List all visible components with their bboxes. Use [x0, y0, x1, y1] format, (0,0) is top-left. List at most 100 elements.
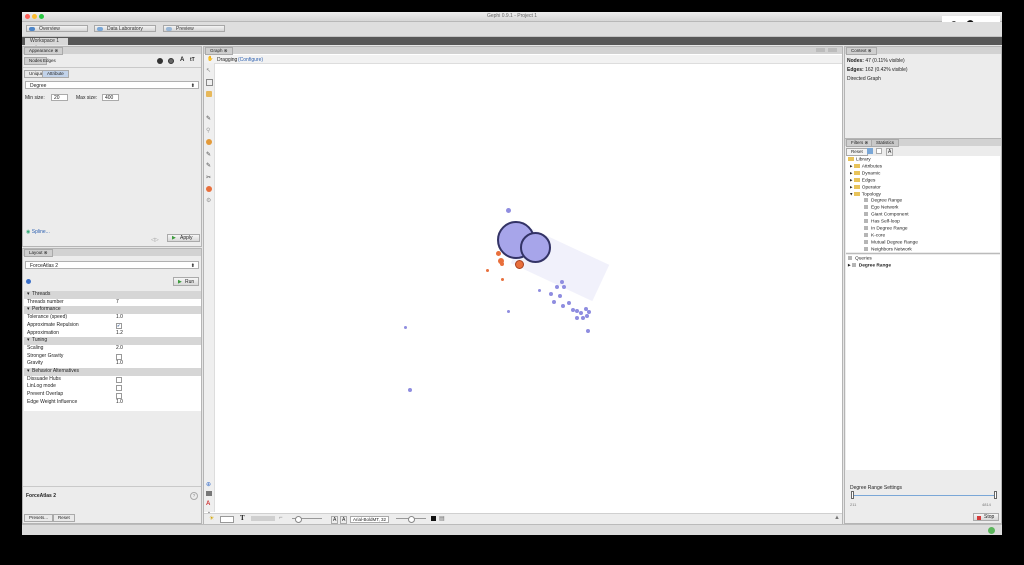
font-size-up-icon[interactable]: A	[340, 516, 348, 524]
graph-node[interactable]	[586, 329, 590, 333]
property-row[interactable]: Scaling 2.0	[24, 345, 201, 353]
graph-node[interactable]	[552, 300, 556, 304]
query-degree-range[interactable]: ▸ Degree Range	[848, 263, 891, 270]
maximize-panel-icon[interactable]	[828, 48, 837, 52]
property-row[interactable]: Gravity 1.0	[24, 360, 201, 368]
graph-node[interactable]	[558, 294, 562, 298]
property-checkbox[interactable]: ✔	[116, 323, 122, 330]
expand-icon[interactable]: ▾	[27, 306, 30, 314]
graph-node[interactable]	[579, 311, 583, 315]
overview-tab[interactable]: Overview	[26, 25, 88, 32]
info-icon[interactable]	[26, 279, 31, 284]
edges-tab[interactable]: Edges	[43, 58, 56, 63]
layout-tab[interactable]: Layout ⊗	[24, 249, 53, 257]
text-toggle-icon[interactable]: T	[240, 514, 245, 522]
filters-tab[interactable]: Filters ⊗	[846, 139, 874, 147]
property-value[interactable]: 1.2	[116, 330, 123, 338]
attribute-tab[interactable]: Attribute	[42, 70, 69, 78]
property-row[interactable]: Dissuade Hubs	[24, 376, 201, 384]
spline-link[interactable]: ◉ Spline...	[26, 229, 50, 235]
property-value[interactable]: 7	[116, 299, 119, 307]
size-icon[interactable]	[168, 58, 174, 64]
graph-canvas[interactable]	[215, 64, 842, 511]
pencil-icon[interactable]: ✎	[206, 151, 211, 158]
filter-library-root[interactable]: Library	[848, 157, 871, 164]
zoom-icon[interactable]: ⊕	[206, 481, 211, 488]
rect-select-icon[interactable]	[206, 79, 213, 86]
property-section[interactable]: ▾ Tuning	[24, 337, 201, 345]
filter-category[interactable]: ▸ Attributes	[850, 163, 882, 171]
reset-layout-button[interactable]: Reset	[53, 514, 75, 522]
graph-node[interactable]	[575, 316, 579, 320]
heat-icon[interactable]	[206, 139, 212, 145]
slider-thumb[interactable]	[408, 516, 415, 523]
label-mode-icon[interactable]	[251, 516, 275, 521]
filter-item[interactable]: K-core	[864, 232, 885, 240]
lightbulb-icon[interactable]: ☀	[209, 515, 214, 522]
property-row[interactable]: Edge Weight Influence 1.0	[24, 399, 201, 407]
property-row[interactable]: Approximate Repulsion ✔	[24, 322, 201, 330]
graph-node[interactable]	[404, 326, 407, 329]
min-size-input[interactable]: 20	[51, 94, 68, 101]
help-icon[interactable]: ?	[190, 492, 198, 500]
ruler-icon[interactable]: ⌐	[279, 515, 283, 521]
configure-link[interactable]: (Configure)	[238, 57, 263, 63]
property-row[interactable]: Approximation 1.2	[24, 330, 201, 338]
degree-range-slider[interactable]	[852, 495, 995, 496]
context-tab[interactable]: Context ⊗	[846, 47, 877, 55]
filter-item[interactable]: Mutual Degree Range	[864, 239, 918, 247]
expand-icon[interactable]: ▾	[27, 368, 30, 376]
apply-button[interactable]: ▶ Apply	[167, 234, 200, 242]
graph-node[interactable]	[408, 388, 412, 392]
reset-filters-button[interactable]: Reset	[846, 148, 868, 156]
property-checkbox[interactable]	[116, 354, 122, 361]
label-color-icon[interactable]: A	[180, 57, 184, 63]
property-section[interactable]: ▾ Threads	[24, 291, 201, 299]
orange-node[interactable]	[500, 262, 504, 266]
text-icon[interactable]: A	[886, 148, 894, 156]
pointer-tool-icon[interactable]: ↖	[206, 67, 211, 74]
filter-item[interactable]: Degree Range	[864, 198, 902, 205]
property-row[interactable]: Stronger Gravity	[24, 353, 201, 361]
edge-pencil-icon[interactable]: ✎	[206, 162, 211, 169]
auto-refresh-icon[interactable]	[876, 148, 882, 154]
filter-category[interactable]: ▸ Operator	[850, 184, 881, 192]
minimize-panel-icon[interactable]	[816, 48, 825, 52]
painter-icon[interactable]: ✎	[206, 115, 211, 122]
orange-node[interactable]	[496, 251, 501, 256]
graph-node[interactable]	[538, 289, 541, 292]
label-options-icon[interactable]: ▤	[439, 515, 445, 522]
graph-node[interactable]	[567, 301, 571, 305]
graph-node[interactable]	[585, 314, 589, 318]
brush-icon[interactable]: ⚲	[206, 127, 210, 134]
filter-icon[interactable]	[867, 148, 873, 154]
graph-node[interactable]	[506, 208, 511, 213]
background-color-icon[interactable]	[220, 516, 234, 523]
workspace-tab[interactable]: Workspace 1 ⊗	[25, 38, 68, 51]
statistics-tab[interactable]: Statistics	[871, 139, 900, 147]
graph-tab[interactable]: Graph ⊗	[205, 47, 233, 55]
slider-thumb[interactable]	[295, 516, 302, 523]
filter-item[interactable]: Has Self-loop	[864, 219, 900, 226]
property-value[interactable]: 1.0	[116, 314, 123, 322]
graph-node[interactable]	[507, 310, 510, 313]
color-icon[interactable]	[157, 58, 163, 64]
filter-item[interactable]: In Degree Range	[864, 226, 908, 233]
property-checkbox[interactable]	[116, 377, 122, 384]
label-size-icon[interactable]: tT	[190, 57, 195, 63]
color-tool-icon[interactable]	[206, 186, 212, 192]
orange-node[interactable]	[501, 278, 504, 281]
attribute-select[interactable]: Degree ⬍	[25, 81, 199, 89]
property-section[interactable]: ▾ Behavior Alternatives	[24, 368, 201, 376]
property-value[interactable]: 2.0	[116, 345, 123, 353]
graph-node[interactable]	[555, 285, 559, 289]
max-size-input[interactable]: 400	[102, 94, 119, 101]
range-high-thumb[interactable]	[994, 491, 997, 499]
filter-category[interactable]: ▾ Topology	[850, 191, 881, 199]
label-color-swatch[interactable]	[431, 516, 436, 521]
edit-icon[interactable]: ⚙	[206, 197, 211, 204]
property-checkbox[interactable]	[116, 384, 122, 391]
data-laboratory-tab[interactable]: Data Laboratory	[94, 25, 156, 32]
filter-category[interactable]: ▸ Edges	[850, 177, 875, 185]
drag-tool-icon[interactable]	[206, 91, 212, 97]
